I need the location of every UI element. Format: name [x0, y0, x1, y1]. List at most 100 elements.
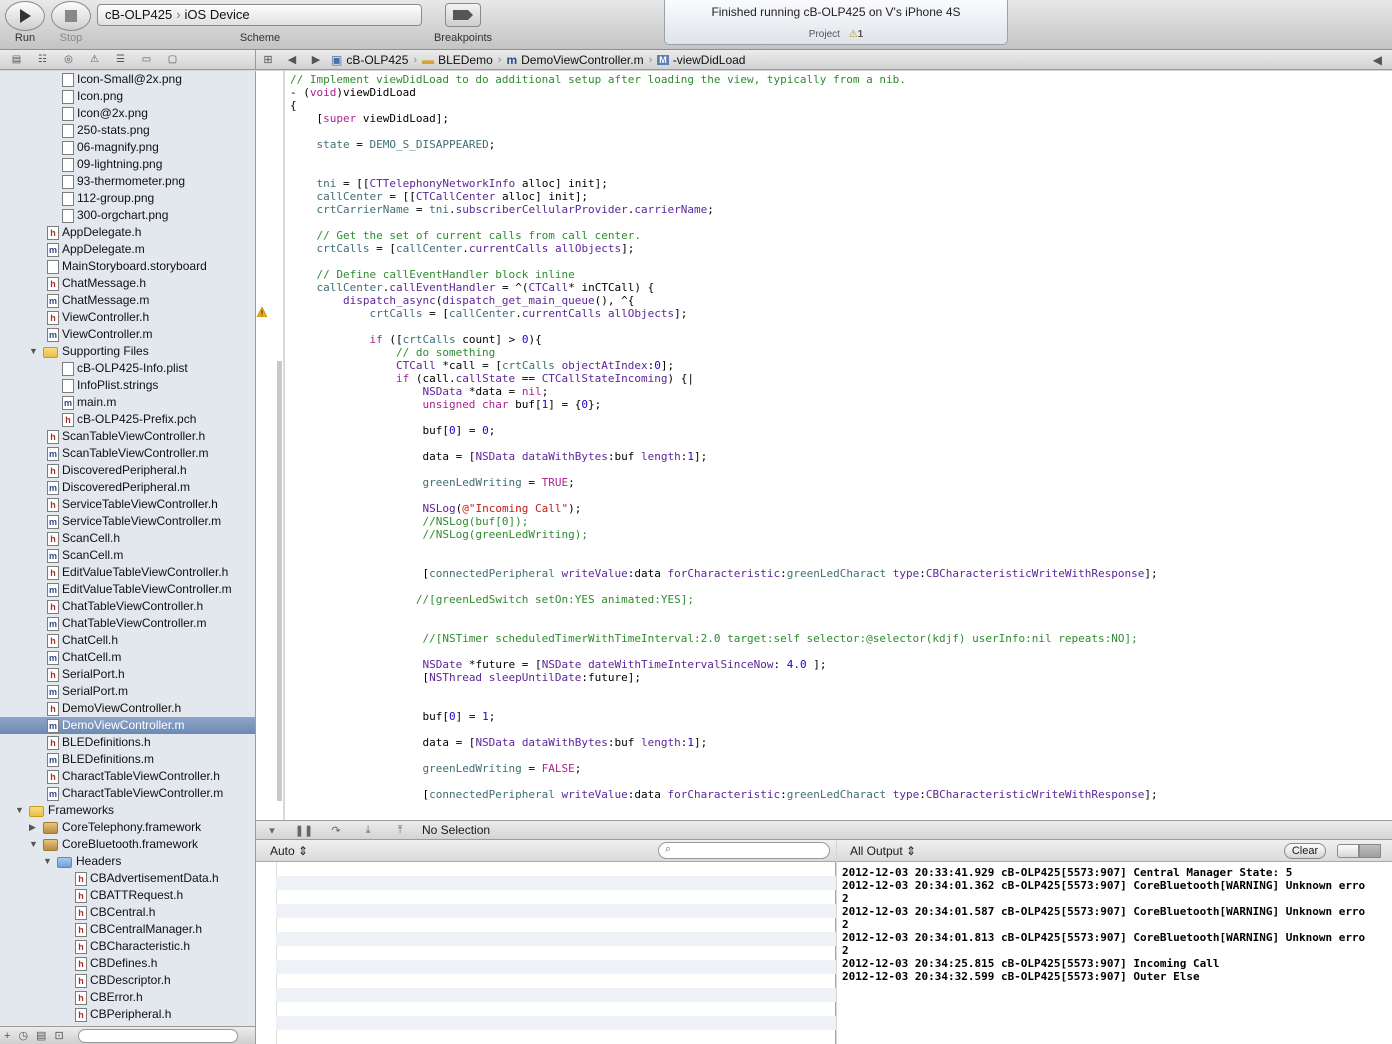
stop-button[interactable] — [51, 1, 91, 31]
breakpoints-button[interactable] — [445, 3, 481, 27]
navigator-item[interactable]: h ServiceTableViewController.h — [0, 496, 255, 513]
navigator-item[interactable]: 06-magnify.png — [0, 139, 255, 156]
disclosure-open-icon[interactable]: ▼ — [43, 853, 52, 870]
add-icon[interactable]: + — [4, 1030, 10, 1042]
navigator-item[interactable]: m ChatCell.m — [0, 649, 255, 666]
navigator-item[interactable]: m ScanTableViewController.m — [0, 445, 255, 462]
navigator-item[interactable]: m SerialPort.m — [0, 683, 255, 700]
navigator-item[interactable]: h EditValueTableViewController.h — [0, 564, 255, 581]
step-in-icon[interactable]: ⤓ — [352, 824, 384, 837]
search-navigator-icon[interactable]: ◎ — [62, 54, 75, 65]
navigator-item[interactable]: 250-stats.png — [0, 122, 255, 139]
navigator-item[interactable]: 112-group.png — [0, 190, 255, 207]
warning-icon[interactable] — [257, 307, 267, 317]
navigator-item[interactable]: MainStoryboard.storyboard — [0, 258, 255, 275]
variables-scope-popup[interactable]: Auto ⇕ — [270, 844, 308, 858]
project-navigator-icon[interactable]: ▤ — [10, 54, 23, 65]
source-editor[interactable]: // Implement viewDidLoad to do additiona… — [285, 71, 1392, 820]
navigator-item[interactable]: h BLEDefinitions.h — [0, 734, 255, 751]
forward-arrow-icon[interactable]: ▶ — [304, 53, 328, 66]
navigator-item[interactable]: m main.m — [0, 394, 255, 411]
warning-icon[interactable]: ⚠ — [849, 29, 858, 40]
jump-bar-file[interactable]: m DemoViewController.m — [503, 53, 646, 67]
breakpoint-navigator-icon[interactable]: ▭ — [140, 54, 153, 65]
navigator-item[interactable]: h ChatTableViewController.h — [0, 598, 255, 615]
navigator-item[interactable]: h DiscoveredPeripheral.h — [0, 462, 255, 479]
step-out-icon[interactable]: ⤒ — [384, 824, 416, 837]
navigator-item[interactable]: h CBCentralManager.h — [0, 921, 255, 938]
navigator-item[interactable]: h CBDefines.h — [0, 955, 255, 972]
navigator-item[interactable]: InfoPlist.strings — [0, 377, 255, 394]
split-view-toggle[interactable] — [1359, 844, 1381, 858]
navigator-item[interactable]: m DiscoveredPeripheral.m — [0, 479, 255, 496]
warning-count[interactable]: 1 — [858, 29, 864, 40]
filter-icon[interactable]: ⊡ — [54, 1029, 63, 1042]
log-navigator-icon[interactable]: ▢ — [166, 54, 179, 65]
scm-status-icon[interactable]: ▤ — [36, 1029, 46, 1042]
pause-icon[interactable]: ❚❚ — [288, 824, 320, 837]
navigator-item[interactable]: h SerialPort.h — [0, 666, 255, 683]
navigator-item[interactable]: m ChatMessage.m — [0, 292, 255, 309]
navigator-item[interactable]: ▼ Headers — [0, 853, 255, 870]
disclosure-open-icon[interactable]: ▼ — [29, 343, 38, 360]
navigator-item[interactable]: m ViewController.m — [0, 326, 255, 343]
navigator-item[interactable]: m ChatTableViewController.m — [0, 615, 255, 632]
output-scope-popup[interactable]: All Output ⇕ — [850, 844, 916, 858]
disclosure-open-icon[interactable]: ▼ — [15, 802, 24, 819]
navigator-item[interactable]: h ChatCell.h — [0, 632, 255, 649]
jump-bar-method[interactable]: M -viewDidLoad — [654, 53, 748, 67]
scheme-popup[interactable]: cB-OLP425 › iOS Device — [97, 4, 422, 26]
disclosure-closed-icon[interactable]: ▶ — [29, 819, 36, 836]
navigator-item[interactable]: m ScanCell.m — [0, 547, 255, 564]
navigator-item[interactable]: ▼ Frameworks — [0, 802, 255, 819]
navigator-item[interactable]: m AppDelegate.m — [0, 241, 255, 258]
related-files-icon[interactable]: ⊞ — [256, 53, 280, 66]
symbol-navigator-icon[interactable]: ☷ — [36, 54, 49, 65]
back-arrow-icon[interactable]: ◀ — [280, 53, 304, 66]
navigator-item[interactable]: h ViewController.h — [0, 309, 255, 326]
navigator-item[interactable]: h AppDelegate.h — [0, 224, 255, 241]
navigator-item[interactable]: h DemoViewController.h — [0, 700, 255, 717]
issue-navigator-icon[interactable]: ⚠ — [88, 54, 101, 65]
navigator-item[interactable]: h CBDescriptor.h — [0, 972, 255, 989]
navigator-item[interactable]: m DemoViewController.m — [0, 717, 255, 734]
variables-search-input[interactable]: ⌕ — [658, 842, 830, 859]
navigator-item[interactable]: h CBError.h — [0, 989, 255, 1006]
back-arrow-icon[interactable]: ◀ — [1373, 53, 1392, 67]
navigator-item[interactable]: Icon.png — [0, 88, 255, 105]
navigator-item[interactable]: 93-thermometer.png — [0, 173, 255, 190]
variables-view-toggle[interactable] — [1337, 844, 1359, 858]
step-over-icon[interactable]: ↷ — [320, 824, 352, 837]
navigator-item[interactable]: m CharactTableViewController.m — [0, 785, 255, 802]
navigator-item[interactable]: cB-OLP425-Info.plist — [0, 360, 255, 377]
editor-scrollbar[interactable] — [277, 361, 282, 801]
navigator-item[interactable]: m EditValueTableViewController.m — [0, 581, 255, 598]
recent-files-icon[interactable]: ◷ — [18, 1029, 28, 1042]
navigator-item[interactable]: Icon-Small@2x.png — [0, 71, 255, 88]
navigator-filter-input[interactable] — [77, 1028, 238, 1043]
navigator-item[interactable]: h ChatMessage.h — [0, 275, 255, 292]
navigator-item[interactable]: 300-orgchart.png — [0, 207, 255, 224]
navigator-item[interactable]: h cB-OLP425-Prefix.pch — [0, 411, 255, 428]
navigator-item[interactable]: h CBCentral.h — [0, 904, 255, 921]
navigator-item[interactable]: h ScanTableViewController.h — [0, 428, 255, 445]
navigator-item[interactable]: h CBCharacteristic.h — [0, 938, 255, 955]
navigator-item[interactable]: h ScanCell.h — [0, 530, 255, 547]
navigator-item[interactable]: ▶ CoreTelephony.framework — [0, 819, 255, 836]
navigator-item[interactable]: m BLEDefinitions.m — [0, 751, 255, 768]
debug-navigator-icon[interactable]: ☰ — [114, 54, 127, 65]
navigator-item[interactable]: ▼ CoreBluetooth.framework — [0, 836, 255, 853]
navigator-item[interactable]: h CBATTRequest.h — [0, 887, 255, 904]
clear-console-button[interactable]: Clear — [1284, 843, 1326, 859]
hide-debug-area-icon[interactable]: ▾ — [256, 824, 288, 837]
navigator-item[interactable]: h CBPeripheral.h — [0, 1006, 255, 1023]
jump-bar-project[interactable]: ▣ cB-OLP425 — [328, 53, 411, 67]
run-button[interactable] — [5, 1, 45, 31]
navigator-item[interactable]: Icon@2x.png — [0, 105, 255, 122]
variables-view[interactable] — [256, 862, 836, 1044]
console-output[interactable]: 2012-12-03 20:33:41.929 cB-OLP425[5573:9… — [837, 862, 1392, 1044]
navigator-item[interactable]: h CharactTableViewController.h — [0, 768, 255, 785]
navigator-item[interactable]: 09-lightning.png — [0, 156, 255, 173]
jump-bar-group[interactable]: ▬ BLEDemo — [419, 53, 496, 67]
navigator-item[interactable]: m ServiceTableViewController.m — [0, 513, 255, 530]
